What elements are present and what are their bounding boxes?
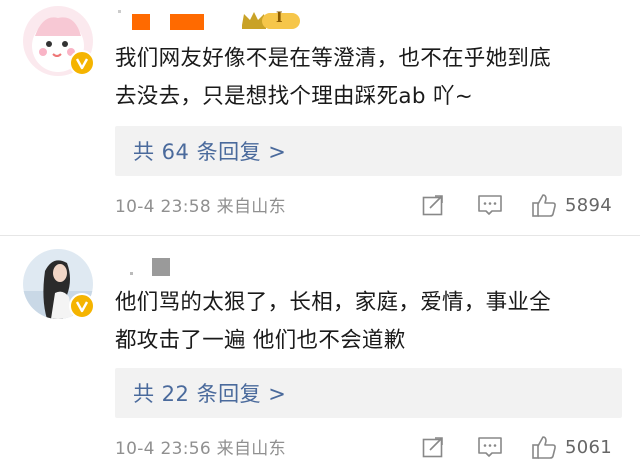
comment-icon bbox=[478, 195, 502, 215]
share-button[interactable] bbox=[421, 192, 445, 218]
like-button[interactable]: 5061 bbox=[531, 434, 612, 460]
comment-item: I 我们网友好像不是在等澄清，也不在乎她到底 去没去，只是想找个理由踩死ab 吖… bbox=[0, 0, 640, 236]
thumbs-up-icon bbox=[532, 436, 556, 459]
share-icon bbox=[422, 195, 443, 216]
comment-text: 他们骂的太狠了，长相，家庭，爱情，事业全 都攻击了一遍 他们也不会道歉 bbox=[115, 290, 552, 353]
comment-meta: 10-4 23:58 来自山东 5894 bbox=[115, 190, 625, 220]
level-badge-text: I bbox=[276, 10, 283, 26]
timestamp: 10-4 23:58 来自山东 bbox=[115, 197, 286, 217]
username-redacted[interactable] bbox=[116, 256, 186, 280]
replies-label: 共 64 条回复 > bbox=[133, 140, 287, 164]
comment-meta: 10-4 23:56 来自山东 5061 bbox=[115, 432, 625, 462]
comment-item: 他们骂的太狠了，长相，家庭，爱情，事业全 都攻击了一遍 他们也不会道歉 共 22… bbox=[0, 236, 640, 475]
like-button[interactable]: 5894 bbox=[531, 192, 612, 218]
share-icon bbox=[422, 437, 443, 458]
like-count: 5061 bbox=[565, 436, 613, 458]
timestamp: 10-4 23:56 来自山东 bbox=[115, 439, 286, 459]
verified-v-icon bbox=[69, 50, 95, 76]
comment-icon bbox=[478, 437, 502, 457]
replies-label: 共 22 条回复 > bbox=[133, 382, 287, 406]
share-button[interactable] bbox=[421, 434, 445, 460]
view-replies-button[interactable]: 共 22 条回复 > bbox=[115, 368, 622, 418]
avatar[interactable] bbox=[23, 249, 95, 319]
comment-button[interactable] bbox=[477, 434, 503, 460]
like-count: 5894 bbox=[565, 194, 613, 216]
avatar[interactable] bbox=[23, 6, 95, 76]
verified-v-icon bbox=[69, 293, 95, 319]
thumbs-up-icon bbox=[532, 194, 556, 217]
comment-button[interactable] bbox=[477, 192, 503, 218]
member-level-badge: I bbox=[240, 9, 302, 31]
username-redacted[interactable] bbox=[116, 8, 236, 32]
comment-text: 我们网友好像不是在等澄清，也不在乎她到底 去没去，只是想找个理由踩死ab 吖~ bbox=[115, 46, 552, 109]
view-replies-button[interactable]: 共 64 条回复 > bbox=[115, 126, 622, 176]
